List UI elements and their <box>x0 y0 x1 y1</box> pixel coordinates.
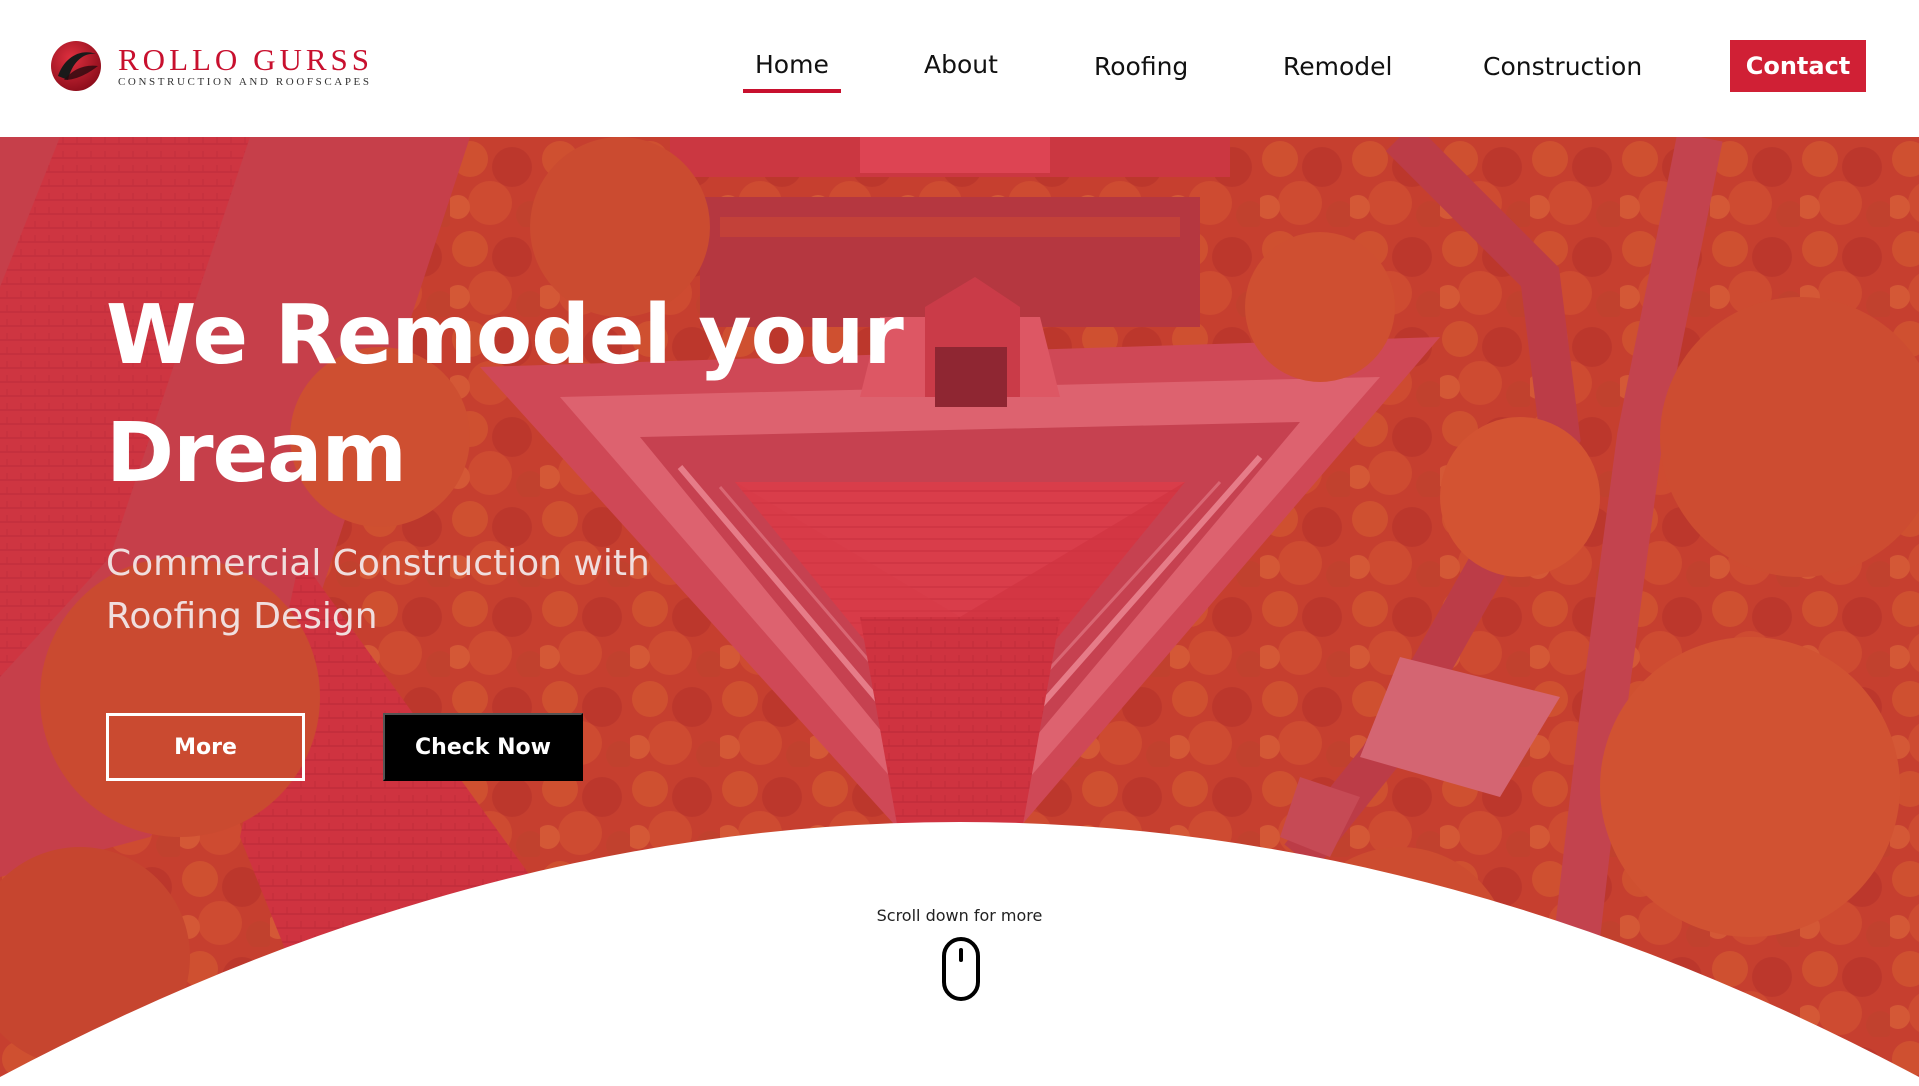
nav-about[interactable]: About <box>924 50 998 79</box>
more-button[interactable]: More <box>106 713 305 781</box>
nav-roofing[interactable]: Roofing <box>1094 52 1188 81</box>
scroll-hint: Scroll down for more <box>876 906 1043 925</box>
main-nav: Home About Roofing Remodel Construction <box>0 40 1919 100</box>
site-header: ROLLO GURSS CONSTRUCTION AND ROOFSCAPES … <box>0 0 1919 137</box>
nav-construction[interactable]: Construction <box>1483 52 1642 81</box>
nav-remodel[interactable]: Remodel <box>1283 52 1392 81</box>
nav-home[interactable]: Home <box>743 50 841 93</box>
landing-page: ROLLO GURSS CONSTRUCTION AND ROOFSCAPES … <box>0 0 1919 1086</box>
hero-title: We Remodel your Dream <box>106 288 904 501</box>
check-now-button[interactable]: Check Now <box>383 713 583 781</box>
mouse-icon[interactable] <box>941 936 981 1002</box>
contact-button[interactable]: Contact <box>1730 40 1866 92</box>
hero-subtitle: Commercial Construction with Roofing Des… <box>106 543 650 637</box>
